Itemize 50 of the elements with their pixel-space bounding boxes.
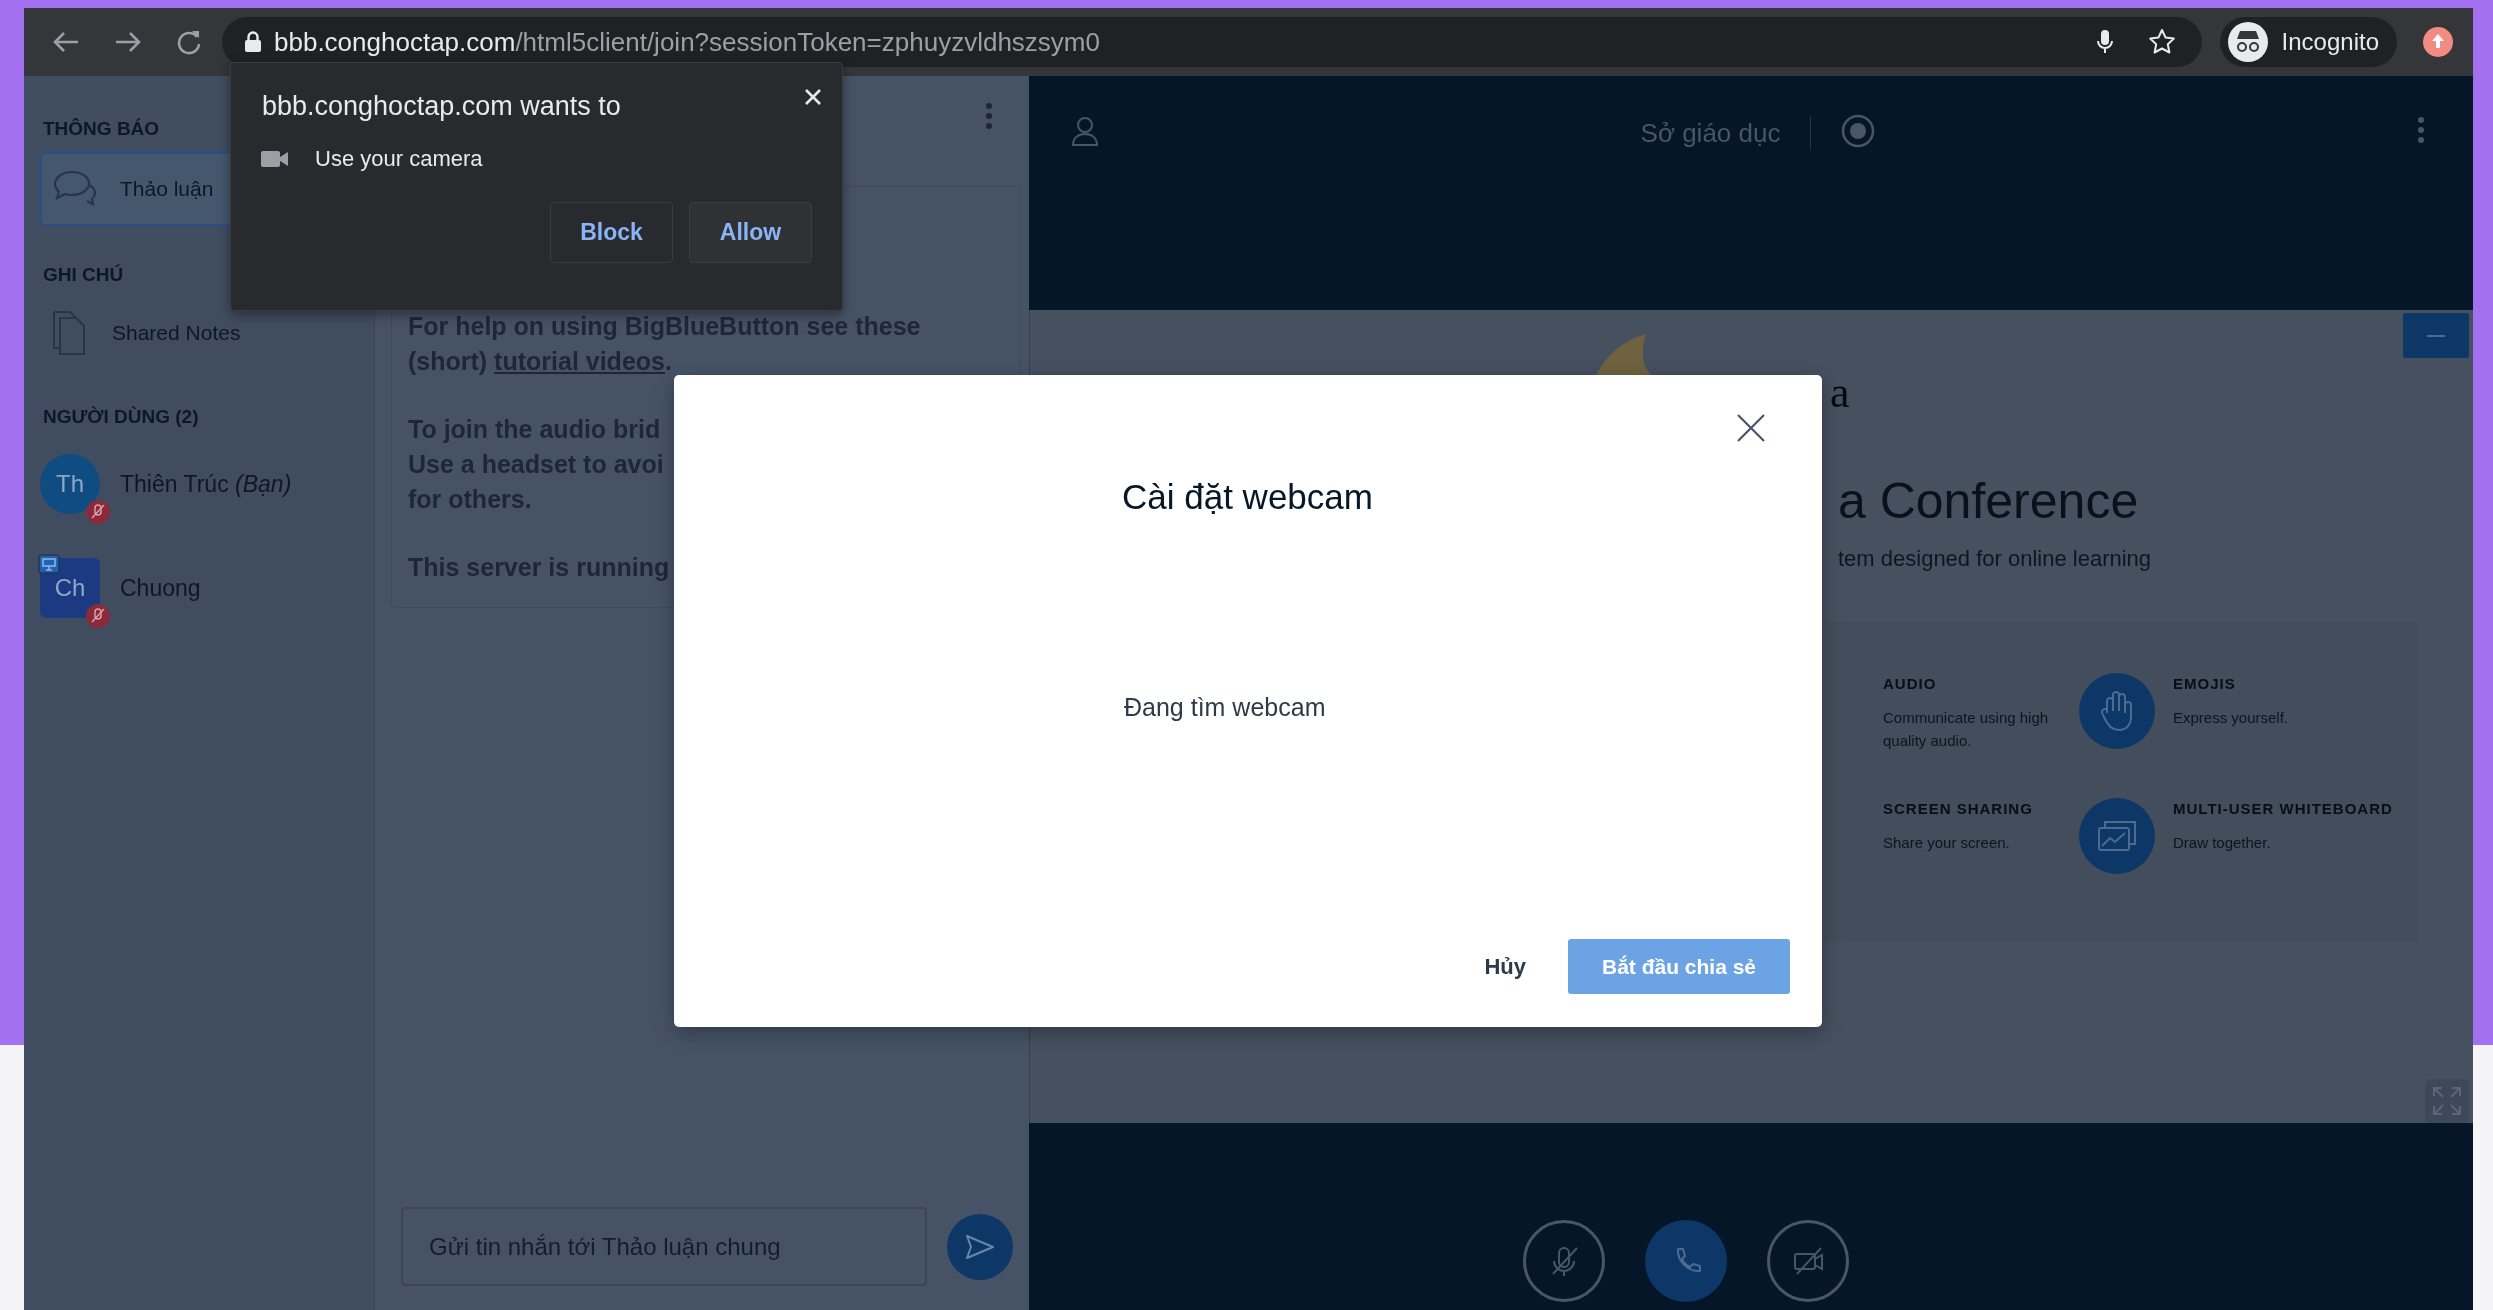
reload-icon[interactable]: [176, 29, 202, 55]
status-text: Đang tìm webcam: [1124, 693, 1327, 722]
feature-description: Communicate using high quality audio.: [1883, 708, 2050, 751]
feature-description: Draw together.: [2173, 833, 2272, 853]
more-options-icon[interactable]: [2417, 116, 2425, 144]
send-arrow-icon: [965, 1233, 995, 1260]
dialog-title: Cài đặt webcam: [1122, 477, 1374, 517]
message-input-field[interactable]: Gửi tin nhắn tới Thảo luận chung: [401, 1207, 927, 1286]
feature-title: SCREEN SHARING: [1883, 800, 2034, 817]
feature-title: AUDIO: [1883, 675, 1938, 692]
update-badge-icon[interactable]: [2423, 27, 2453, 57]
fullscreen-button[interactable]: [2425, 1079, 2469, 1123]
back-arrow-icon[interactable]: [52, 30, 80, 54]
video-camera-icon: [261, 149, 289, 169]
record-icon[interactable]: [1841, 114, 1876, 148]
whiteboard-icon: [2079, 798, 2155, 874]
slide-heading: a Conference: [1838, 472, 2140, 530]
feature-title: EMOJIS: [2173, 675, 2237, 692]
feature-description: Share your screen.: [1883, 833, 2011, 853]
user-icon[interactable]: [1071, 116, 1099, 146]
feature-title: MULTI-USER WHITEBOARD: [2173, 800, 2393, 817]
block-button[interactable]: Block: [550, 202, 673, 263]
more-options-icon[interactable]: [985, 102, 993, 130]
section-heading: GHI CHÚ: [42, 263, 125, 287]
microphone-icon[interactable]: [2095, 29, 2114, 55]
incognito-icon: [2227, 22, 2268, 62]
star-icon[interactable]: [2147, 28, 2176, 56]
close-icon[interactable]: [1736, 413, 1766, 443]
forward-arrow-icon[interactable]: [114, 30, 142, 54]
user-list-item[interactable]: Th Thiên Trúc (Bạn): [24, 446, 374, 522]
meeting-title: Sở giáo dục: [1640, 118, 1781, 149]
microphone-button[interactable]: [1523, 1220, 1605, 1302]
allow-button[interactable]: Allow: [689, 202, 812, 263]
start-sharing-button[interactable]: Bắt đầu chia sẻ: [1568, 939, 1790, 994]
leaf-logo-icon: [1596, 334, 1652, 376]
url-text: bbb.conghoctap.com/html5client/join?sessionToken=zphuyzvldhszsym0: [274, 26, 1100, 58]
incognito-badge[interactable]: Incognito: [2219, 17, 2397, 67]
address-bar[interactable]: bbb.conghoctap.com/html5client/join?sessionToken=zphuyzvldhszsym0: [222, 17, 2202, 67]
cancel-button[interactable]: Hủy: [1484, 945, 1526, 988]
lock-icon: [244, 31, 262, 53]
feature-description: Express yourself.: [2173, 708, 2290, 728]
popup-title: bbb.conghoctap.com wants to: [261, 91, 621, 122]
logo-text: a: [1830, 367, 1850, 418]
raised-hand-icon: [2079, 673, 2155, 749]
expand-icon: [2432, 1086, 2462, 1116]
section-heading: THÔNG BÁO: [42, 117, 161, 141]
section-heading: NGƯỜI DÙNG (2): [42, 405, 200, 429]
user-list-item[interactable]: Ch Chuong: [24, 550, 374, 626]
camera-button[interactable]: [1767, 1220, 1849, 1302]
slide-subheading: tem designed for online learning: [1838, 546, 2153, 572]
